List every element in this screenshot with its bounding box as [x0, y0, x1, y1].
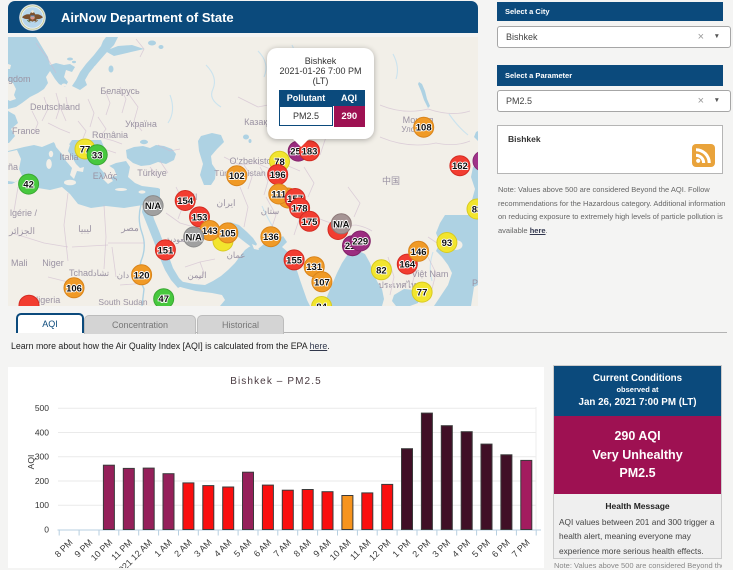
svg-text:8 AM: 8 AM	[292, 537, 314, 559]
svg-text:ایران: ایران	[216, 198, 235, 209]
svg-text:6 PM: 6 PM	[490, 537, 512, 559]
svg-text:151: 151	[157, 245, 174, 256]
svg-text:N/A: N/A	[186, 233, 203, 244]
svg-text:N/A: N/A	[333, 219, 350, 230]
svg-text:اليمن: اليمن	[188, 270, 207, 281]
svg-text:108: 108	[416, 123, 432, 134]
svg-text:102: 102	[229, 171, 245, 182]
svg-text:Ελλάς: Ελλάς	[93, 171, 118, 181]
svg-text:93: 93	[442, 238, 453, 249]
svg-text:6 AM: 6 AM	[252, 537, 274, 559]
svg-text:107: 107	[314, 277, 330, 288]
svg-text:47: 47	[158, 294, 169, 305]
svg-text:Niger: Niger	[42, 258, 64, 268]
svg-text:300: 300	[35, 452, 49, 462]
svg-text:106: 106	[66, 283, 82, 294]
svg-text:105: 105	[220, 228, 237, 239]
svg-text:84: 84	[316, 302, 327, 306]
svg-text:183: 183	[302, 146, 318, 157]
svg-text:Bishkek – PM2.5: Bishkek – PM2.5	[230, 376, 322, 387]
svg-text:200: 200	[35, 476, 49, 486]
svg-text:83: 83	[472, 205, 478, 216]
svg-text:5 PM: 5 PM	[470, 537, 492, 559]
svg-text:3 AM: 3 AM	[192, 537, 214, 559]
svg-text:Україна: Україна	[125, 119, 157, 129]
svg-text:155: 155	[286, 255, 303, 266]
svg-text:مصر: مصر	[120, 223, 139, 234]
svg-text:164: 164	[399, 260, 416, 271]
svg-text:162: 162	[452, 161, 468, 172]
svg-text:ña: ña	[8, 162, 18, 172]
svg-text:South Sudan: South Sudan	[98, 297, 147, 306]
svg-text:120: 120	[134, 270, 150, 281]
svg-text:42: 42	[23, 180, 34, 191]
svg-text:الجزائر: الجزائر	[8, 226, 35, 237]
svg-text:3 PM: 3 PM	[430, 537, 452, 559]
svg-text:175: 175	[302, 217, 319, 228]
svg-text:0: 0	[44, 525, 49, 535]
svg-text:N/A: N/A	[145, 201, 162, 212]
svg-text:Deutschland: Deutschland	[30, 102, 80, 112]
svg-text:10 AM: 10 AM	[328, 537, 353, 562]
svg-text:7 PM: 7 PM	[510, 537, 532, 559]
svg-text:10 PM: 10 PM	[89, 537, 114, 562]
svg-text:ليبيا: ليبيا	[78, 224, 92, 234]
svg-text:77: 77	[417, 288, 428, 299]
svg-text:lgérie /: lgérie /	[10, 208, 38, 218]
svg-text:2 PM: 2 PM	[410, 537, 432, 559]
svg-text:Türkiye: Türkiye	[137, 168, 167, 178]
svg-text:154: 154	[177, 196, 194, 207]
svg-text:82: 82	[376, 265, 387, 276]
svg-text:143: 143	[202, 226, 218, 237]
svg-text:دان: دان	[117, 270, 130, 280]
svg-text:2 AM: 2 AM	[172, 537, 194, 559]
svg-text:111: 111	[271, 190, 287, 201]
svg-text:1 AM: 1 AM	[152, 537, 174, 559]
svg-text:196: 196	[270, 170, 286, 181]
svg-text:400: 400	[35, 428, 49, 438]
svg-text:7 AM: 7 AM	[272, 537, 294, 559]
svg-text:100: 100	[35, 500, 49, 510]
svg-text:5 AM: 5 AM	[232, 537, 254, 559]
svg-text:تشاد: تشاد	[93, 268, 110, 278]
svg-text:500: 500	[35, 403, 49, 413]
svg-text:AQI: AQI	[26, 455, 36, 470]
svg-text:France: France	[12, 126, 40, 136]
svg-text:Mali: Mali	[11, 258, 28, 268]
svg-text:12 PM: 12 PM	[367, 537, 392, 562]
svg-text:Tchad: Tchad	[69, 268, 93, 278]
svg-text:Улс: Улс	[401, 125, 414, 134]
svg-text:4 PM: 4 PM	[450, 537, 472, 559]
svg-text:中国: 中国	[382, 175, 400, 186]
svg-text:gdom: gdom	[8, 74, 31, 84]
svg-text:ستان: ستان	[261, 206, 280, 216]
svg-text:4 AM: 4 AM	[212, 537, 234, 559]
svg-text:136: 136	[263, 232, 279, 243]
svg-text:8 PM: 8 PM	[53, 537, 75, 559]
svg-text:146: 146	[411, 247, 427, 258]
svg-text:عمان: عمان	[227, 250, 246, 260]
svg-text:Philippi: Philippi	[472, 278, 478, 288]
svg-text:1 PM: 1 PM	[390, 537, 412, 559]
svg-text:Việt Nam: Việt Nam	[412, 269, 449, 279]
svg-text:Беларусь: Беларусь	[100, 86, 140, 96]
svg-text:33: 33	[92, 150, 103, 161]
svg-text:România: România	[92, 130, 128, 140]
svg-text:229: 229	[352, 237, 368, 248]
